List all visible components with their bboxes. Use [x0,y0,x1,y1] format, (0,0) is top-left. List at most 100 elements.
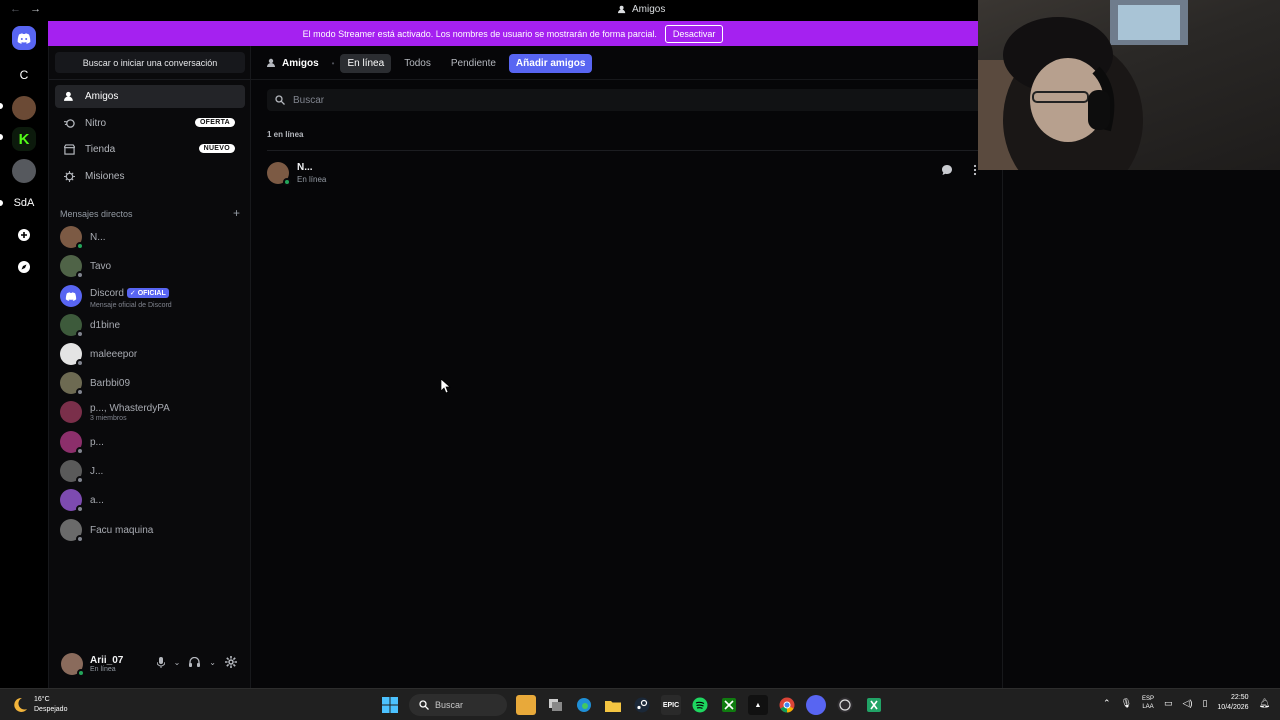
windows-start-icon[interactable] [380,695,400,715]
steam-icon[interactable] [632,695,652,715]
system-tray: ⌃ 🎙︎ ESP LAA ▭ ◁) ▯ 22:50 10/4/2026 🔔︎ [1103,693,1270,713]
server-kick-icon[interactable]: K [12,127,36,151]
header-divider [251,79,1003,80]
friend-row[interactable]: N... En línea [267,150,987,194]
avatar [60,519,84,543]
user-info: Arii_07 En línea [90,655,123,673]
friends-icon [618,5,626,14]
friend-name: N... [297,161,313,173]
unread-pill-3 [0,200,3,206]
avatar [60,314,84,338]
dm-header-label: Mensajes directos [60,209,133,219]
taskbar-search[interactable]: Buscar [409,694,507,716]
excel-icon[interactable] [864,695,884,715]
tab-all[interactable]: Todos [397,54,438,73]
offer-badge: OFERTA [194,118,235,127]
chrome-icon[interactable] [777,695,797,715]
battery-icon[interactable]: ▯ [1202,698,1207,709]
dm-subtitle: 3 miembros [90,414,127,422]
friend-status: En línea [297,174,327,184]
network-icon[interactable]: ▭ [1164,698,1173,709]
dm-item[interactable]: J... [55,457,245,485]
friend-avatar [267,161,291,186]
unread-pill [0,103,3,109]
nav-quests[interactable]: Misiones [55,165,245,188]
language-indicator[interactable]: ESP LAA [1142,695,1154,711]
dm-item-discord[interactable]: Discord ✓ OFICIAL Mensaje oficial de Disc… [55,282,245,310]
search-icon [419,700,429,710]
explore-icon[interactable] [12,255,36,279]
chevron-up-icon[interactable]: ⌃ [1103,698,1111,709]
avatar [60,255,84,279]
dm-group-text: p..., WhasterdyPA 3 miembros [90,403,170,422]
taskbar-apps: Buscar EPIC ▲ [380,694,884,716]
search-placeholder: Buscar [293,94,325,106]
find-conversation-button[interactable]: Buscar o iniciar una conversación [55,52,245,73]
streamer-banner-text: El modo Streamer está activado. Los nomb… [302,28,657,39]
user-avatar [61,653,85,677]
window-title: Amigos [618,4,665,15]
back-arrow-icon[interactable]: ← [10,3,21,15]
server-rail: C K SdA [0,21,48,688]
server-c[interactable]: C [12,63,36,87]
nav-nitro[interactable]: Nitro OFERTA [55,112,245,135]
friends-search-input[interactable]: Buscar [267,89,987,111]
more-options-icon[interactable] [973,164,977,176]
edge-icon[interactable] [574,695,594,715]
clock[interactable]: 22:50 10/4/2026 [1217,693,1248,713]
language-code: ESP [1142,696,1155,702]
gear-icon[interactable] [225,656,237,668]
nav-friends[interactable]: Amigos [55,85,245,108]
user-panel[interactable]: Arii_07 En línea ⌄ ⌄ [55,646,245,682]
server-avatar-1[interactable] [12,96,36,120]
dm-item[interactable]: Barbbi09 [55,369,245,397]
server-avatar-2[interactable] [12,159,36,183]
nav-shop-label: Tienda [85,144,116,155]
headphones-icon[interactable] [189,657,201,667]
chevron-down-icon[interactable]: ⌄ [209,658,216,667]
username: Arii_07 [90,655,124,666]
forward-arrow-icon[interactable]: → [30,3,41,15]
file-explorer-icon[interactable] [603,695,623,715]
xbox-icon[interactable] [719,695,739,715]
nav-shop[interactable]: Tienda NUEVO [55,138,245,161]
obs-icon[interactable] [835,695,855,715]
dm-name: Facu maquina [90,524,154,536]
chevron-down-icon[interactable]: ⌄ [174,658,181,667]
dm-item[interactable]: N... [55,223,245,251]
message-icon[interactable] [941,164,953,176]
dm-item[interactable]: a... [55,486,245,514]
nav-friends-label: Amigos [85,91,119,102]
microphone-tray-icon[interactable]: 🎙︎ [1121,698,1132,709]
avatar [60,226,84,250]
server-sda[interactable]: SdA [12,191,36,215]
dm-item[interactable]: Tavo [55,252,245,280]
widget-app-icon[interactable] [516,695,536,715]
dm-item[interactable]: p... [55,428,245,456]
discord-taskbar-icon[interactable] [806,695,826,715]
group-avatar [60,401,82,423]
epic-games-icon[interactable]: EPIC [661,695,681,715]
dm-item[interactable]: d1bine [55,311,245,339]
discord-home-icon[interactable] [12,26,36,50]
task-view-icon[interactable] [545,695,565,715]
dm-item-group[interactable]: p..., WhasterdyPA 3 miembros [55,398,245,426]
dm-item[interactable]: Facu maquina [55,516,245,544]
dm-name: Tavo [90,260,112,272]
volume-icon[interactable]: ◁) [1183,698,1193,709]
microphone-icon[interactable] [156,656,165,668]
notifications-icon[interactable]: 🔔︎ [1259,698,1270,709]
dm-name: a... [90,494,104,506]
weather-widget[interactable]: 16°C Despejado [12,695,67,715]
tab-online[interactable]: En línea [340,53,392,73]
add-server-icon[interactable] [12,223,36,247]
tab-pending[interactable]: Pendiente [444,54,503,73]
terminal-app-icon[interactable]: ▲ [748,695,768,715]
spotify-icon[interactable] [690,695,710,715]
add-friend-button[interactable]: Añadir amigos [508,53,593,73]
disable-streamer-button[interactable]: Desactivar [664,24,724,43]
avatar [60,372,84,396]
create-dm-icon[interactable]: + [233,206,240,220]
shop-icon [63,144,75,156]
dm-item[interactable]: maleeepor [55,340,245,368]
